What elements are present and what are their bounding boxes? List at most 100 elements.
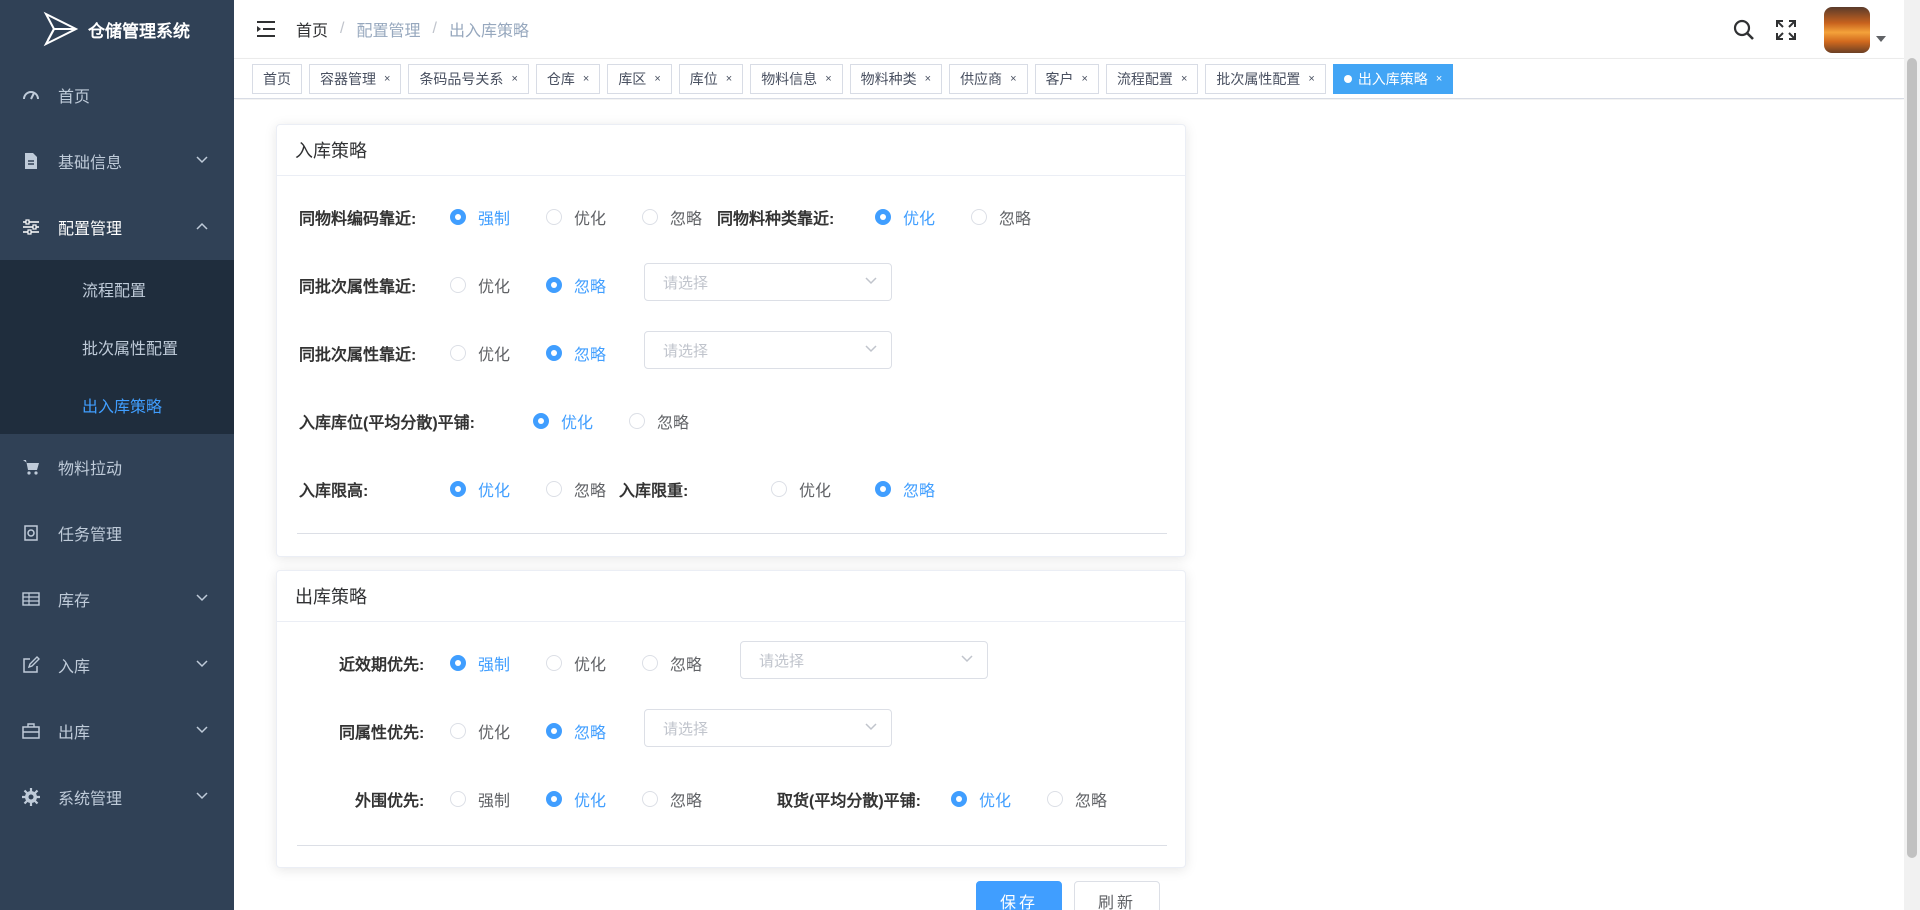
tag-batch-attr-config[interactable]: 批次属性配置 × bbox=[1205, 63, 1326, 94]
expiry-force-radio[interactable]: 强制 bbox=[450, 651, 510, 675]
tag-material-info[interactable]: 物料信息 × bbox=[750, 63, 843, 94]
close-icon[interactable]: × bbox=[726, 73, 732, 85]
same-batch2-select[interactable]: 请选择 bbox=[644, 331, 892, 369]
outbound-strategy-card: 出库策略 近效期优先: 强制 优化 忽略 请选择 同属性优先: 优化 忽略 请选… bbox=[276, 570, 1186, 868]
app-logo[interactable]: 仓储管理系统 bbox=[0, 0, 234, 58]
sidebar-item-system[interactable]: 系统管理 bbox=[0, 764, 234, 830]
avatar[interactable] bbox=[1824, 6, 1870, 53]
inbound-spread-ignore-radio[interactable]: 忽略 bbox=[629, 409, 689, 433]
close-icon[interactable]: × bbox=[925, 73, 931, 85]
tag-home[interactable]: 首页 bbox=[252, 63, 302, 94]
same-attr-optimize-radio[interactable]: 优化 bbox=[450, 719, 510, 743]
close-icon[interactable]: × bbox=[1436, 73, 1442, 85]
breadcrumb-config: 配置管理 bbox=[356, 23, 421, 40]
sidebar-item-basic-info[interactable]: 基础信息 bbox=[0, 128, 234, 194]
height-ignore-radio[interactable]: 忽略 bbox=[546, 477, 606, 501]
radio-label: 优化 bbox=[478, 725, 511, 742]
close-icon[interactable]: × bbox=[654, 73, 660, 85]
same-attr-select[interactable]: 请选择 bbox=[644, 709, 892, 747]
radio-label: 忽略 bbox=[1075, 793, 1108, 810]
expiry-select[interactable]: 请选择 bbox=[740, 641, 988, 679]
close-icon[interactable]: × bbox=[1010, 73, 1016, 85]
sidebar-item-config[interactable]: 配置管理 bbox=[0, 194, 234, 260]
sidebar-subitem-io-strategy[interactable]: 出入库策略 bbox=[0, 376, 234, 434]
sidebar-item-material-pull[interactable]: 物料拉动 bbox=[0, 434, 234, 500]
close-icon[interactable]: × bbox=[825, 73, 831, 85]
sidebar-item-task[interactable]: 任务管理 bbox=[0, 500, 234, 566]
tag-warehouse[interactable]: 仓库 × bbox=[535, 63, 601, 94]
periphery-force-radio[interactable]: 强制 bbox=[450, 787, 510, 811]
sidebar-item-label: 入库 bbox=[58, 659, 91, 676]
pick-spread-optimize-radio[interactable]: 优化 bbox=[951, 787, 1011, 811]
tag-location[interactable]: 库位 × bbox=[678, 63, 744, 94]
select-placeholder: 请选择 bbox=[663, 274, 709, 292]
same-kind-ignore-radio[interactable]: 忽略 bbox=[971, 205, 1031, 229]
radio-label: 忽略 bbox=[574, 347, 607, 364]
form-divider bbox=[297, 845, 1167, 846]
close-icon[interactable]: × bbox=[1308, 73, 1314, 85]
search-icon[interactable] bbox=[1732, 18, 1756, 42]
fullscreen-icon[interactable] bbox=[1774, 18, 1798, 42]
sidebar-item-home[interactable]: 首页 bbox=[0, 62, 234, 128]
tag-barcode[interactable]: 条码品号关系 × bbox=[408, 63, 529, 94]
tag-supplier[interactable]: 供应商 × bbox=[949, 63, 1028, 94]
refresh-button[interactable]: 刷新 bbox=[1074, 881, 1160, 910]
chevron-down-icon bbox=[865, 277, 877, 285]
same-batch1-select[interactable]: 请选择 bbox=[644, 263, 892, 301]
tag-process-config[interactable]: 流程配置 × bbox=[1105, 63, 1199, 94]
radio-label: 忽略 bbox=[903, 483, 936, 500]
inbound-height-label: 入库限高: bbox=[299, 483, 369, 500]
close-icon[interactable]: × bbox=[1082, 73, 1088, 85]
expiry-ignore-radio[interactable]: 忽略 bbox=[642, 651, 702, 675]
same-batch1-ignore-radio[interactable]: 忽略 bbox=[546, 273, 606, 297]
sidebar-item-inventory[interactable]: 库存 bbox=[0, 566, 234, 632]
sidebar-subitem-batch-attr-config[interactable]: 批次属性配置 bbox=[0, 318, 234, 376]
sidebar-item-label: 出库 bbox=[58, 725, 91, 742]
same-batch2-ignore-radio[interactable]: 忽略 bbox=[546, 341, 606, 365]
inbound-strategy-title: 入库策略 bbox=[277, 125, 1185, 176]
same-batch2-optimize-radio[interactable]: 优化 bbox=[450, 341, 510, 365]
caret-down-icon[interactable] bbox=[1876, 35, 1886, 42]
paper-plane-logo-icon bbox=[43, 11, 79, 47]
close-icon[interactable]: × bbox=[384, 73, 390, 85]
expiry-optimize-radio[interactable]: 优化 bbox=[546, 651, 606, 675]
save-button[interactable]: 保存 bbox=[976, 881, 1062, 910]
tag-io-strategy[interactable]: 出入库策略 × bbox=[1332, 63, 1454, 94]
same-kind-label: 同物料种类靠近: bbox=[717, 211, 835, 228]
breadcrumb-separator: / bbox=[340, 20, 345, 37]
same-code-force-radio[interactable]: 强制 bbox=[450, 205, 510, 229]
periphery-optimize-radio[interactable]: 优化 bbox=[546, 787, 606, 811]
breadcrumb-home[interactable]: 首页 bbox=[296, 17, 328, 41]
scrollbar-thumb[interactable] bbox=[1907, 58, 1917, 858]
inbound-spread-optimize-radio[interactable]: 优化 bbox=[533, 409, 593, 433]
tag-material-kind[interactable]: 物料种类 × bbox=[849, 63, 943, 94]
weight-optimize-radio[interactable]: 优化 bbox=[771, 477, 831, 501]
tag-customer[interactable]: 客户 × bbox=[1034, 63, 1099, 94]
breadcrumb: 首页 / 配置管理 / 出入库策略 bbox=[296, 17, 529, 41]
same-batch1-optimize-radio[interactable]: 优化 bbox=[450, 273, 510, 297]
radio-label: 优化 bbox=[478, 279, 511, 296]
sidebar-item-inbound[interactable]: 入库 bbox=[0, 632, 234, 698]
close-icon[interactable]: × bbox=[511, 73, 517, 85]
periphery-ignore-radio[interactable]: 忽略 bbox=[642, 787, 702, 811]
radio-label: 优化 bbox=[979, 793, 1012, 810]
hamburger-icon[interactable] bbox=[254, 17, 278, 41]
sidebar-subitem-process-config[interactable]: 流程配置 bbox=[0, 260, 234, 318]
sidebar-item-label: 系统管理 bbox=[58, 791, 123, 808]
radio-label: 忽略 bbox=[574, 725, 607, 742]
same-code-ignore-radio[interactable]: 忽略 bbox=[642, 205, 702, 229]
weight-ignore-radio[interactable]: 忽略 bbox=[875, 477, 935, 501]
page-scrollbar[interactable] bbox=[1904, 0, 1920, 910]
same-kind-optimize-radio[interactable]: 优化 bbox=[875, 205, 935, 229]
sidebar-item-outbound[interactable]: 出库 bbox=[0, 698, 234, 764]
same-attr-ignore-radio[interactable]: 忽略 bbox=[546, 719, 606, 743]
tag-zone[interactable]: 库区 × bbox=[607, 63, 672, 94]
same-code-optimize-radio[interactable]: 优化 bbox=[546, 205, 606, 229]
inbound-strategy-card: 入库策略 同物料编码靠近: 强制 优化 忽略 同物料种类靠近: 优化 忽略 同批… bbox=[276, 124, 1186, 557]
close-icon[interactable]: × bbox=[1181, 73, 1187, 85]
height-optimize-radio[interactable]: 优化 bbox=[450, 477, 510, 501]
pick-spread-ignore-radio[interactable]: 忽略 bbox=[1047, 787, 1107, 811]
same-code-label: 同物料编码靠近: bbox=[299, 211, 417, 228]
tag-container[interactable]: 容器管理 × bbox=[309, 63, 402, 94]
close-icon[interactable]: × bbox=[583, 73, 589, 85]
